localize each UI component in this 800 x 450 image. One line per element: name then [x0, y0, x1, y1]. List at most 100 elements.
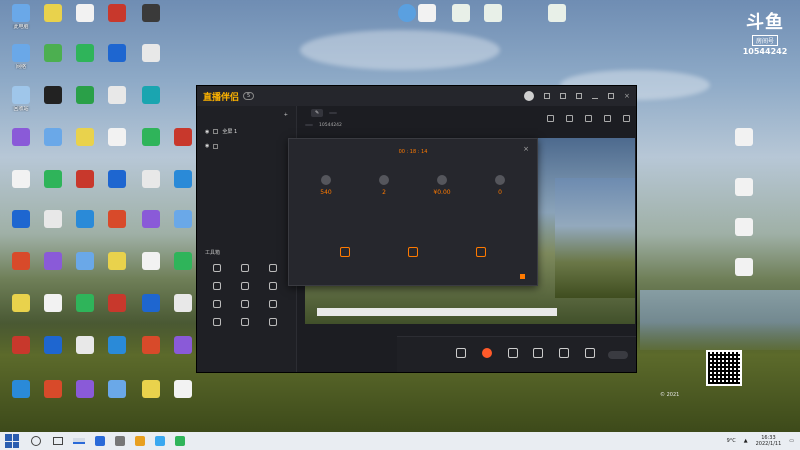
close-icon[interactable]: × [523, 145, 529, 153]
control-button[interactable] [530, 348, 546, 361]
desktop-icon-file[interactable] [727, 128, 761, 148]
desktop-icon[interactable] [36, 44, 70, 64]
desktop-icon[interactable] [134, 380, 168, 400]
desktop-icon[interactable] [4, 380, 38, 400]
close-icon[interactable]: × [624, 93, 630, 100]
desktop-icon[interactable] [4, 210, 38, 230]
desktop-icon[interactable] [36, 380, 70, 400]
mobile-icon[interactable] [547, 115, 554, 122]
tool-item[interactable] [203, 300, 231, 310]
desktop-icon[interactable] [68, 210, 102, 230]
desktop-icon[interactable] [134, 252, 168, 272]
control-button[interactable] [582, 348, 598, 361]
desktop-icon-file[interactable] [727, 178, 761, 198]
desktop-icon[interactable] [68, 336, 102, 356]
desktop-icon[interactable] [100, 336, 134, 356]
desktop-icon[interactable] [36, 294, 70, 314]
lock-icon[interactable] [566, 115, 573, 122]
start-icon[interactable] [5, 434, 19, 448]
dialog-action-button[interactable] [325, 247, 365, 260]
room-category[interactable] [305, 124, 313, 126]
edit-chip[interactable]: ✎ [311, 109, 324, 117]
dialog-action-button[interactable] [393, 247, 433, 260]
desktop-icon[interactable] [134, 294, 168, 314]
tool-item[interactable] [259, 264, 287, 274]
settings-icon[interactable] [560, 93, 566, 99]
desktop-icon[interactable] [36, 4, 70, 24]
desktop-icon[interactable] [100, 4, 134, 24]
desktop-icon[interactable] [134, 44, 168, 64]
desktop-icon[interactable] [4, 170, 38, 190]
desktop-icon[interactable] [100, 294, 134, 314]
notification-icon[interactable]: ▭ [789, 438, 794, 444]
tool-item[interactable] [203, 318, 231, 328]
desktop-icon[interactable] [100, 380, 134, 400]
desktop-icon[interactable] [4, 336, 38, 356]
desktop-icon[interactable] [68, 128, 102, 148]
taskbar-app-icon[interactable] [95, 436, 105, 446]
tool-item[interactable] [203, 282, 231, 292]
clock[interactable]: 16:33 2022/1/11 [756, 435, 782, 447]
room-chip[interactable] [329, 112, 338, 114]
taskbar-app-icon[interactable] [175, 436, 185, 446]
desktop-icon[interactable] [36, 86, 70, 106]
search-icon[interactable] [31, 436, 41, 446]
menu-icon[interactable] [576, 93, 582, 99]
eye-icon[interactable]: ◉ [205, 129, 209, 135]
desktop-icon[interactable] [166, 294, 200, 314]
scene-item[interactable]: ◉ 全屏 1 [197, 124, 296, 139]
desktop-icon[interactable] [4, 252, 38, 272]
desktop-icon[interactable] [36, 336, 70, 356]
tool-item[interactable] [259, 282, 287, 292]
version-badge[interactable]: 5 [243, 92, 255, 100]
layout-icon[interactable] [585, 115, 592, 122]
desktop-icon[interactable] [166, 128, 200, 148]
desktop-icon[interactable] [100, 170, 134, 190]
checkbox[interactable] [520, 274, 525, 279]
tool-item[interactable] [203, 264, 231, 274]
tool-item[interactable] [231, 264, 259, 274]
desktop-icon[interactable] [166, 170, 200, 190]
desktop-icon-file[interactable] [727, 258, 761, 278]
add-scene-icon[interactable]: + [284, 112, 288, 118]
desktop-icon[interactable] [134, 210, 168, 230]
desktop-icon[interactable] [100, 210, 134, 230]
desktop-icon[interactable] [68, 4, 102, 24]
tool-item[interactable] [259, 300, 287, 310]
avatar[interactable] [524, 91, 534, 101]
dialog-footer[interactable] [520, 274, 527, 279]
desktop-icon[interactable] [134, 128, 168, 148]
desktop-icon[interactable] [68, 252, 102, 272]
scene-item[interactable]: ◉ [197, 139, 296, 153]
desktop-icon[interactable]: 网络 [4, 44, 38, 70]
eye-icon[interactable]: ◉ [205, 143, 209, 149]
desktop-icon[interactable]: 此电脑 [4, 4, 38, 30]
desktop-icon[interactable] [68, 44, 102, 64]
desktop-icon[interactable] [166, 380, 200, 400]
desktop-icon[interactable] [36, 170, 70, 190]
desktop-icon[interactable] [36, 128, 70, 148]
weather-text[interactable]: 9°C [727, 438, 736, 444]
minimize-icon[interactable] [592, 93, 598, 99]
desktop-icon[interactable] [68, 170, 102, 190]
bell-icon[interactable] [604, 115, 611, 122]
desktop-icon[interactable] [100, 44, 134, 64]
desktop-icon-file[interactable] [444, 4, 478, 24]
desktop-icon[interactable] [166, 252, 200, 272]
share-icon[interactable] [623, 115, 630, 122]
desktop-icon[interactable] [100, 252, 134, 272]
maximize-icon[interactable] [608, 93, 614, 99]
desktop-icon[interactable] [166, 336, 200, 356]
desktop-icon[interactable] [100, 128, 134, 148]
desktop-icon[interactable] [134, 86, 168, 106]
dialog-action-button[interactable] [461, 247, 501, 260]
tool-item[interactable] [259, 318, 287, 328]
desktop-icon[interactable] [68, 86, 102, 106]
go-live-button[interactable] [479, 348, 495, 361]
desktop-icon[interactable]: 回收站 [4, 86, 38, 112]
control-button[interactable] [556, 348, 572, 361]
desktop-icon-file[interactable] [540, 4, 574, 24]
taskbar-app-icon[interactable] [155, 436, 165, 446]
skin-icon[interactable] [544, 93, 550, 99]
tool-item[interactable] [231, 318, 259, 328]
